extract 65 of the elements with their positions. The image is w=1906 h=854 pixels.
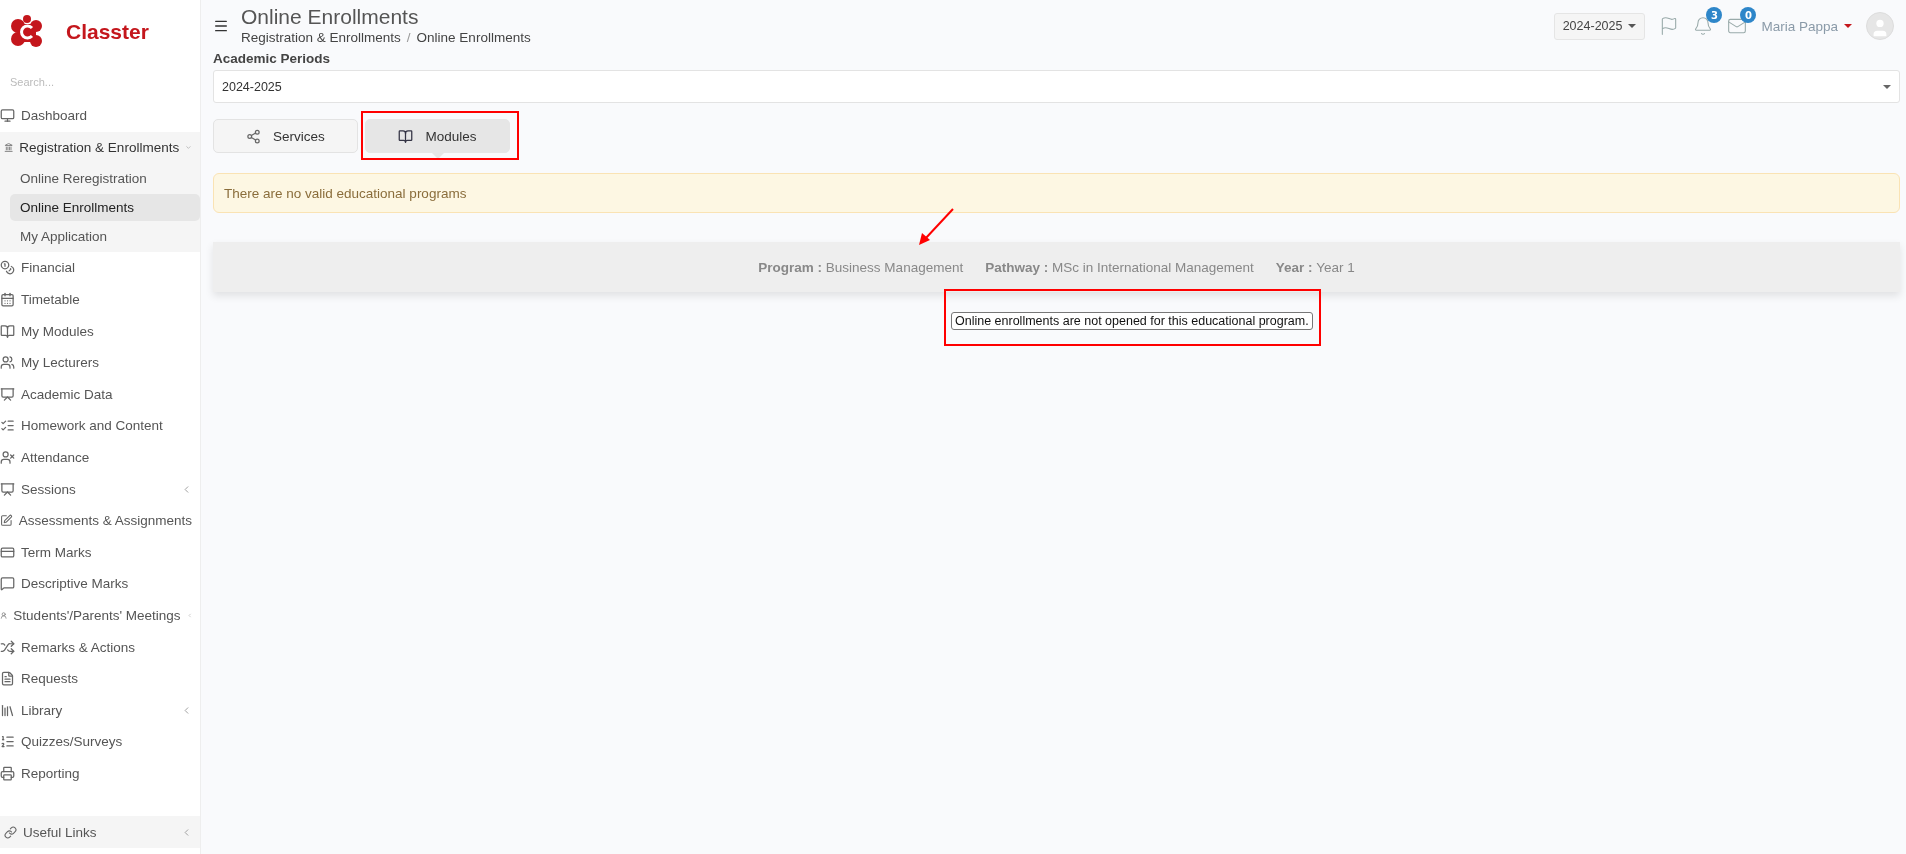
sidebar-item[interactable]: Homework and Content <box>0 410 200 442</box>
breadcrumb-separator: / <box>406 29 411 47</box>
sidebar-item[interactable]: Assessments & Assignments <box>0 504 200 537</box>
sidebar-item[interactable]: Useful Links <box>0 816 200 848</box>
year-dropdown[interactable]: 2024-2025 <box>1553 12 1646 40</box>
coins-icon <box>0 260 15 276</box>
monitor-icon <box>0 108 15 124</box>
tab-pointer-icon <box>430 152 445 159</box>
list-icon <box>0 734 15 750</box>
sidebar-item[interactable]: Descriptive Marks <box>0 568 200 600</box>
users-icon <box>0 355 15 371</box>
program-info-text: Pathway : MSc in International Management <box>985 259 1254 275</box>
checklist-icon <box>0 418 15 434</box>
avatar <box>1866 12 1894 40</box>
board-icon <box>0 481 15 497</box>
menu-icon[interactable] <box>213 18 229 34</box>
sidebar-subitem[interactable]: My Application <box>10 223 200 251</box>
breadcrumb-link[interactable]: Online Enrollments <box>416 29 531 47</box>
logo-icon <box>10 14 44 50</box>
sidebar-subitem[interactable]: Online Reregistration <box>10 165 200 193</box>
card-icon <box>0 544 15 560</box>
sidebar-subitem[interactable]: Online Enrollments <box>10 194 200 222</box>
book-icon <box>0 323 15 339</box>
document-icon <box>0 671 15 687</box>
pen-icon <box>0 513 13 529</box>
warning-alert: There are no valid educational programs <box>213 173 1900 213</box>
sidebar-item[interactable]: Attendance <box>0 441 200 474</box>
sidebar-item[interactable]: Dashboard <box>0 100 200 132</box>
program-info-text: Program : Business Management <box>758 259 964 275</box>
sidebar-item[interactable]: Students'/Parents' Meetings <box>0 599 200 632</box>
book-icon <box>398 128 414 144</box>
sidebar-item[interactable]: Academic Data <box>0 378 200 411</box>
brand-name: Classter <box>66 20 149 44</box>
sidebar-item[interactable]: Reporting <box>0 757 200 790</box>
chart-board-icon <box>0 386 15 402</box>
calendar-icon <box>0 292 15 308</box>
sidebar-item[interactable]: Timetable <box>0 283 200 316</box>
message-badge: 0 <box>1740 7 1757 23</box>
sidebar-item[interactable]: Requests <box>0 662 200 695</box>
link-icon <box>4 825 17 839</box>
sidebar-item[interactable]: My Modules <box>0 315 200 347</box>
message-box: Online enrollments are not opened for this educational program. <box>951 312 1313 330</box>
sidebar-item[interactable]: Library <box>0 694 200 727</box>
books-icon <box>0 702 15 718</box>
program-info-text: Year : Year 1 <box>1275 259 1355 275</box>
tab[interactable]: Services <box>213 119 358 153</box>
sidebar-item[interactable]: Financial <box>0 252 200 284</box>
sidebar-item[interactable]: Quizzes/Surveys <box>0 726 200 758</box>
nodes-icon <box>246 128 262 144</box>
chat-icon <box>0 576 15 592</box>
sidebar-item[interactable]: Term Marks <box>0 536 200 569</box>
annotation-arrow <box>919 208 954 245</box>
field-label: Academic Periods <box>213 50 332 68</box>
shuffle-icon <box>0 639 15 655</box>
search-field[interactable]: Search... <box>8 72 182 92</box>
notification-badge: 3 <box>1706 7 1723 23</box>
printer-icon <box>0 766 15 781</box>
page-title: Online Enrollments <box>241 5 420 29</box>
sidebar-item[interactable]: Registration & Enrollments <box>0 131 200 164</box>
sidebar-item[interactable]: Remarks & Actions <box>0 631 200 663</box>
sidebar-item[interactable]: Sessions <box>0 473 200 505</box>
sidebar-item[interactable]: My Lecturers <box>0 346 200 379</box>
breadcrumb-link[interactable]: Registration & Enrollments <box>241 29 401 47</box>
academic-period-select[interactable]: 2024-2025 <box>213 70 1900 103</box>
user-x-icon <box>0 450 15 466</box>
